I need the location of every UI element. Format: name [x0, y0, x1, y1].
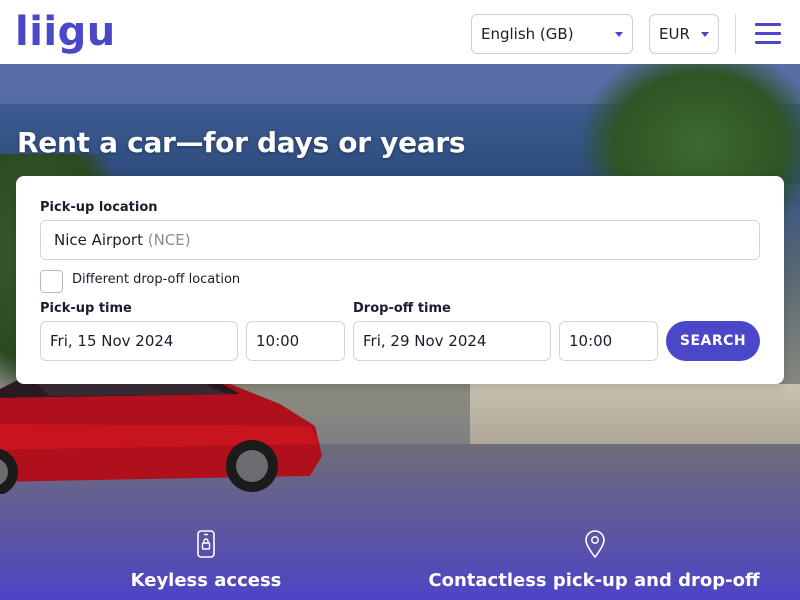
- pickup-date-input[interactable]: Fri, 15 Nov 2024: [40, 321, 238, 361]
- header-divider: [735, 14, 736, 54]
- pickup-time-label: Pick-up time: [40, 301, 132, 316]
- pickup-location-value: Nice Airport: [54, 231, 143, 249]
- dropoff-time-label: Drop-off time: [353, 301, 451, 316]
- pickup-date-value: Fri, 15 Nov 2024: [50, 332, 174, 350]
- search-form: Pick-up location Nice Airport (NCE) Diff…: [16, 176, 784, 384]
- pickup-location-label: Pick-up location: [40, 200, 158, 215]
- chevron-down-icon: [701, 32, 709, 37]
- language-select[interactable]: English (GB): [471, 14, 633, 54]
- logo[interactable]: liigu: [15, 8, 116, 56]
- currency-select-value: EUR: [659, 25, 690, 43]
- different-dropoff-label[interactable]: Different drop-off location: [72, 272, 240, 287]
- dropoff-date-value: Fri, 29 Nov 2024: [363, 332, 487, 350]
- feature-label-keyless: Keyless access: [130, 570, 282, 591]
- language-select-value: English (GB): [481, 25, 574, 43]
- pickup-hour-value: 10:00: [256, 332, 300, 350]
- chevron-down-icon: [615, 32, 623, 37]
- hamburger-menu-icon[interactable]: [755, 23, 781, 45]
- search-button[interactable]: SEARCH: [666, 321, 760, 361]
- header: liigu English (GB) EUR: [0, 0, 800, 64]
- phone-lock-icon: [197, 530, 215, 558]
- dropoff-date-input[interactable]: Fri, 29 Nov 2024: [353, 321, 551, 361]
- pickup-location-code: (NCE): [147, 231, 191, 249]
- location-pin-icon: [585, 530, 605, 558]
- currency-select[interactable]: EUR: [649, 14, 719, 54]
- dropoff-hour-value: 10:00: [569, 332, 613, 350]
- feature-label-contactless: Contactless pick-up and drop-off: [428, 570, 760, 591]
- pickup-hour-input[interactable]: 10:00: [246, 321, 345, 361]
- different-dropoff-checkbox[interactable]: [40, 270, 63, 293]
- hero-title: Rent a car—for days or years: [17, 126, 466, 159]
- pickup-location-input[interactable]: Nice Airport (NCE): [40, 220, 760, 260]
- dropoff-hour-input[interactable]: 10:00: [559, 321, 658, 361]
